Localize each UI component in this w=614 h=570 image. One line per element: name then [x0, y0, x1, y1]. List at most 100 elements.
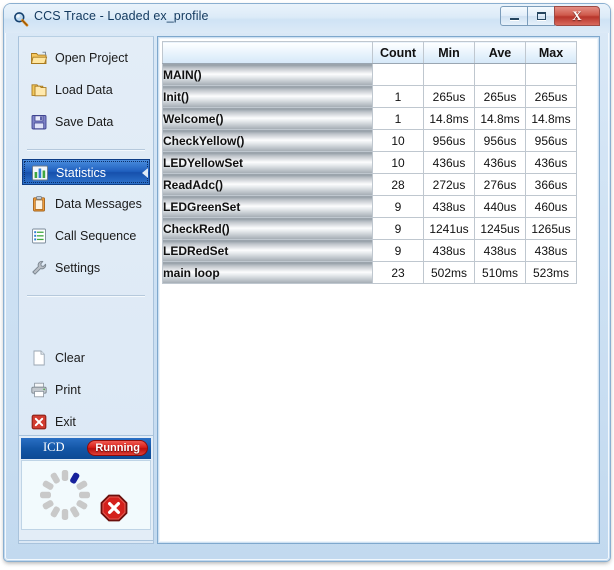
table-row[interactable]: main loop 23 502ms 510ms 523ms — [162, 261, 577, 284]
row-function-name: LEDYellowSet — [162, 151, 373, 174]
sidebar-item-label: Exit — [55, 415, 76, 429]
row-min-value: 956us — [423, 129, 475, 152]
row-max-value — [525, 63, 577, 86]
table-row[interactable]: LEDRedSet 9 438us 438us 438us — [162, 239, 577, 262]
selection-arrow-icon — [142, 168, 148, 178]
table-body: MAIN() Init() 1 265us 265us 265us Welcome() 1 14… — [162, 63, 577, 284]
row-function-name: Init() — [162, 85, 373, 108]
sidebar-separator-2 — [27, 295, 145, 296]
title-bar[interactable]: CCS Trace - Loaded ex_profile X — [4, 4, 610, 33]
maximize-button[interactable] — [527, 6, 555, 26]
row-count-value: 9 — [372, 195, 424, 218]
table-row[interactable]: CheckRed() 9 1241us 1245us 1265us — [162, 217, 577, 240]
sidebar-item-label: Statistics — [56, 166, 107, 180]
row-count-value: 10 — [372, 151, 424, 174]
row-function-name: ReadAdc() — [162, 173, 373, 196]
sidebar-item-label: Load Data — [55, 83, 113, 97]
table-row[interactable]: LEDYellowSet 10 436us 436us 436us — [162, 151, 577, 174]
wrench-icon — [30, 259, 48, 277]
row-ave-value — [474, 63, 526, 86]
table-row[interactable]: LEDGreenSet 9 438us 440us 460us — [162, 195, 577, 218]
column-header-count[interactable]: Count — [372, 41, 424, 64]
row-ave-value: 276us — [474, 173, 526, 196]
list-document-icon — [30, 227, 48, 245]
sidebar-item-save-data[interactable]: Save Data — [22, 109, 150, 135]
row-function-name: LEDRedSet — [162, 239, 373, 262]
open-folder-icon — [30, 49, 48, 67]
close-button[interactable]: X — [554, 6, 600, 26]
close-icon: X — [572, 8, 582, 23]
magnifier-icon — [13, 11, 29, 27]
table-row[interactable]: Init() 1 265us 265us 265us — [162, 85, 577, 108]
folder-stack-icon — [30, 81, 48, 99]
row-min-value: 436us — [423, 151, 475, 174]
sidebar-item-label: Clear — [55, 351, 85, 365]
row-max-value: 14.8ms — [525, 107, 577, 130]
row-function-name: MAIN() — [162, 63, 373, 86]
icd-title: ICD — [43, 440, 65, 454]
row-count-value: 23 — [372, 261, 424, 284]
stop-button-icon[interactable] — [100, 494, 128, 522]
row-min-value: 265us — [423, 85, 475, 108]
minimize-button[interactable] — [500, 6, 528, 26]
row-min-value: 502ms — [423, 261, 475, 284]
status-badge: Running — [87, 440, 148, 456]
row-min-value: 14.8ms — [423, 107, 475, 130]
row-max-value: 460us — [525, 195, 577, 218]
row-min-value — [423, 63, 475, 86]
table-row[interactable]: ReadAdc() 28 272us 276us 366us — [162, 173, 577, 196]
row-ave-value: 440us — [474, 195, 526, 218]
table-row[interactable]: MAIN() — [162, 63, 577, 86]
row-ave-value: 510ms — [474, 261, 526, 284]
bar-chart-icon — [31, 164, 49, 182]
maximize-icon — [537, 12, 546, 20]
row-max-value: 956us — [525, 129, 577, 152]
row-function-name: CheckRed() — [162, 217, 373, 240]
row-ave-value: 438us — [474, 239, 526, 262]
printer-icon — [30, 381, 48, 399]
row-max-value: 1265us — [525, 217, 577, 240]
row-count-value: 10 — [372, 129, 424, 152]
row-min-value: 438us — [423, 195, 475, 218]
floppy-disk-icon — [30, 113, 48, 131]
red-x-icon — [30, 413, 48, 431]
column-header-name[interactable] — [162, 41, 373, 64]
sidebar-item-exit[interactable]: Exit — [22, 409, 150, 435]
row-function-name: main loop — [162, 261, 373, 284]
column-header-ave[interactable]: Ave — [474, 41, 526, 64]
row-max-value: 436us — [525, 151, 577, 174]
row-ave-value: 14.8ms — [474, 107, 526, 130]
row-min-value: 272us — [423, 173, 475, 196]
sidebar-item-clear[interactable]: Clear — [22, 345, 150, 371]
application-window: CCS Trace - Loaded ex_profile X Open Pro… — [4, 4, 610, 561]
row-count-value: 1 — [372, 85, 424, 108]
blank-page-icon — [30, 349, 48, 367]
sidebar-item-print[interactable]: Print — [22, 377, 150, 403]
sidebar-item-label: Data Messages — [55, 197, 142, 211]
sidebar-item-settings[interactable]: Settings — [22, 255, 150, 281]
column-header-max[interactable]: Max — [525, 41, 577, 64]
row-count-value: 28 — [372, 173, 424, 196]
row-max-value: 523ms — [525, 261, 577, 284]
row-count-value: 9 — [372, 239, 424, 262]
sidebar-item-call-sequence[interactable]: Call Sequence — [22, 223, 150, 249]
loading-spinner-icon — [36, 466, 94, 524]
sidebar-item-statistics[interactable]: Statistics — [22, 159, 150, 185]
row-count-value: 9 — [372, 217, 424, 240]
row-function-name: Welcome() — [162, 107, 373, 130]
row-min-value: 438us — [423, 239, 475, 262]
sidebar-item-label: Open Project — [55, 51, 128, 65]
sidebar-item-data-messages[interactable]: Data Messages — [22, 191, 150, 217]
sidebar-item-open-project[interactable]: Open Project — [22, 45, 150, 71]
row-ave-value: 436us — [474, 151, 526, 174]
clipboard-icon — [30, 195, 48, 213]
sidebar-item-load-data[interactable]: Load Data — [22, 77, 150, 103]
column-header-min[interactable]: Min — [423, 41, 475, 64]
icd-body — [21, 460, 151, 530]
row-function-name: LEDGreenSet — [162, 195, 373, 218]
table-row[interactable]: Welcome() 1 14.8ms 14.8ms 14.8ms — [162, 107, 577, 130]
sidebar-item-label: Call Sequence — [55, 229, 137, 243]
table-row[interactable]: CheckYellow() 10 956us 956us 956us — [162, 129, 577, 152]
row-ave-value: 265us — [474, 85, 526, 108]
row-count-value: 1 — [372, 107, 424, 130]
